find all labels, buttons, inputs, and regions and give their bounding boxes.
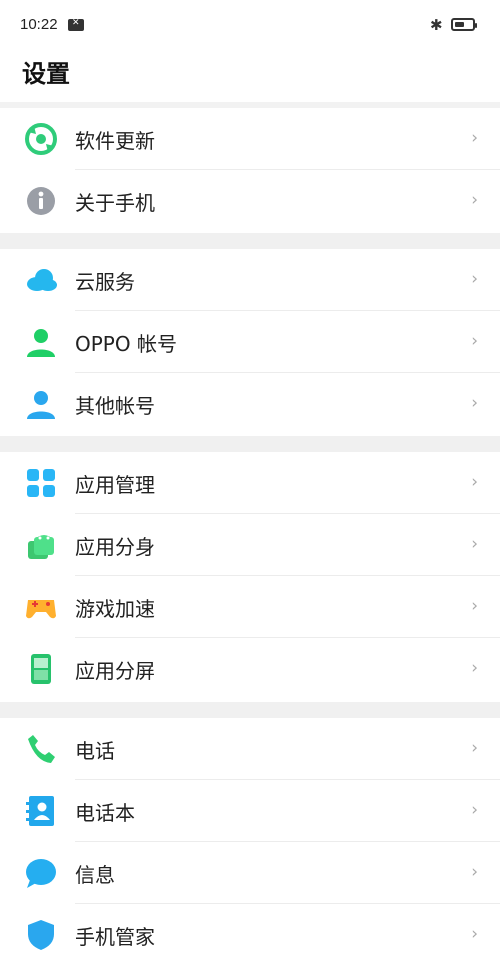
game-accelerate-icon	[26, 600, 56, 619]
software-update-icon	[25, 123, 57, 155]
settings-item-app-clone[interactable]: 应用分身 ›	[0, 514, 500, 576]
settings-item-label: 电话本	[75, 801, 135, 825]
settings-item-label: 应用管理	[75, 473, 155, 497]
app-clone-icon	[28, 535, 54, 559]
chevron-right-icon: ›	[471, 190, 478, 210]
settings-item-split-screen[interactable]: 应用分屏 ›	[0, 638, 500, 700]
settings-group-communication: 电话 › 电话本 › 信息 › 手机管家 ›	[0, 718, 500, 966]
settings-item-cloud-service[interactable]: 云服务 ›	[0, 249, 500, 311]
info-icon	[27, 187, 55, 215]
settings-item-phone[interactable]: 电话 ›	[0, 718, 500, 780]
other-accounts-icon	[27, 391, 55, 419]
settings-item-label: 应用分屏	[75, 659, 155, 683]
chevron-right-icon: ›	[471, 269, 478, 289]
page-title: 设置	[22, 60, 70, 88]
settings-item-software-update[interactable]: 软件更新 ›	[0, 108, 500, 170]
app-management-icon	[27, 469, 55, 497]
chevron-right-icon: ›	[471, 924, 478, 944]
settings-item-label: 应用分身	[75, 535, 155, 559]
settings-item-label: 电话	[75, 739, 115, 763]
status-time: 10:22	[20, 16, 58, 33]
status-bar: 10:22 ✱	[0, 0, 500, 48]
settings-group-apps: 应用管理 › 应用分身 › 游戏加速 › 应用分屏 ›	[0, 452, 500, 700]
settings-item-game-accelerate[interactable]: 游戏加速 ›	[0, 576, 500, 638]
chevron-right-icon: ›	[471, 331, 478, 351]
chevron-right-icon: ›	[471, 800, 478, 820]
chevron-right-icon: ›	[471, 534, 478, 554]
account-icon	[27, 329, 55, 357]
notification-icon	[68, 18, 84, 31]
split-screen-icon	[31, 654, 51, 684]
settings-item-label: OPPO 帐号	[75, 332, 177, 356]
messages-icon	[26, 859, 56, 888]
chevron-right-icon: ›	[471, 596, 478, 616]
settings-item-about-phone[interactable]: 关于手机 ›	[0, 170, 500, 232]
chevron-right-icon: ›	[471, 862, 478, 882]
battery-icon	[451, 18, 477, 31]
phone-manager-icon	[28, 920, 54, 950]
chevron-right-icon: ›	[471, 738, 478, 758]
settings-item-label: 信息	[75, 863, 115, 887]
settings-item-other-accounts[interactable]: 其他帐号 ›	[0, 373, 500, 435]
cloud-icon	[27, 269, 57, 291]
settings-item-oppo-account[interactable]: OPPO 帐号 ›	[0, 311, 500, 373]
settings-item-label: 手机管家	[75, 925, 155, 949]
settings-item-messages[interactable]: 信息 ›	[0, 842, 500, 904]
chevron-right-icon: ›	[471, 128, 478, 148]
group-divider	[0, 702, 500, 718]
settings-item-label: 云服务	[75, 270, 135, 294]
settings-item-phone-manager[interactable]: 手机管家 ›	[0, 904, 500, 966]
bluetooth-icon: ✱	[430, 16, 443, 34]
contacts-icon	[26, 796, 54, 826]
phone-icon	[28, 735, 55, 763]
settings-item-label: 软件更新	[75, 129, 155, 153]
chevron-right-icon: ›	[471, 472, 478, 492]
group-divider	[0, 233, 500, 249]
chevron-right-icon: ›	[471, 393, 478, 413]
settings-item-label: 其他帐号	[75, 394, 155, 418]
settings-item-label: 游戏加速	[75, 597, 155, 621]
group-divider	[0, 436, 500, 452]
settings-item-label: 关于手机	[75, 191, 155, 215]
settings-item-contacts[interactable]: 电话本 ›	[0, 780, 500, 842]
settings-group-system: 软件更新 › 关于手机 ›	[0, 108, 500, 232]
settings-group-accounts: 云服务 › OPPO 帐号 › 其他帐号 ›	[0, 249, 500, 435]
settings-item-app-management[interactable]: 应用管理 ›	[0, 452, 500, 514]
chevron-right-icon: ›	[471, 658, 478, 678]
